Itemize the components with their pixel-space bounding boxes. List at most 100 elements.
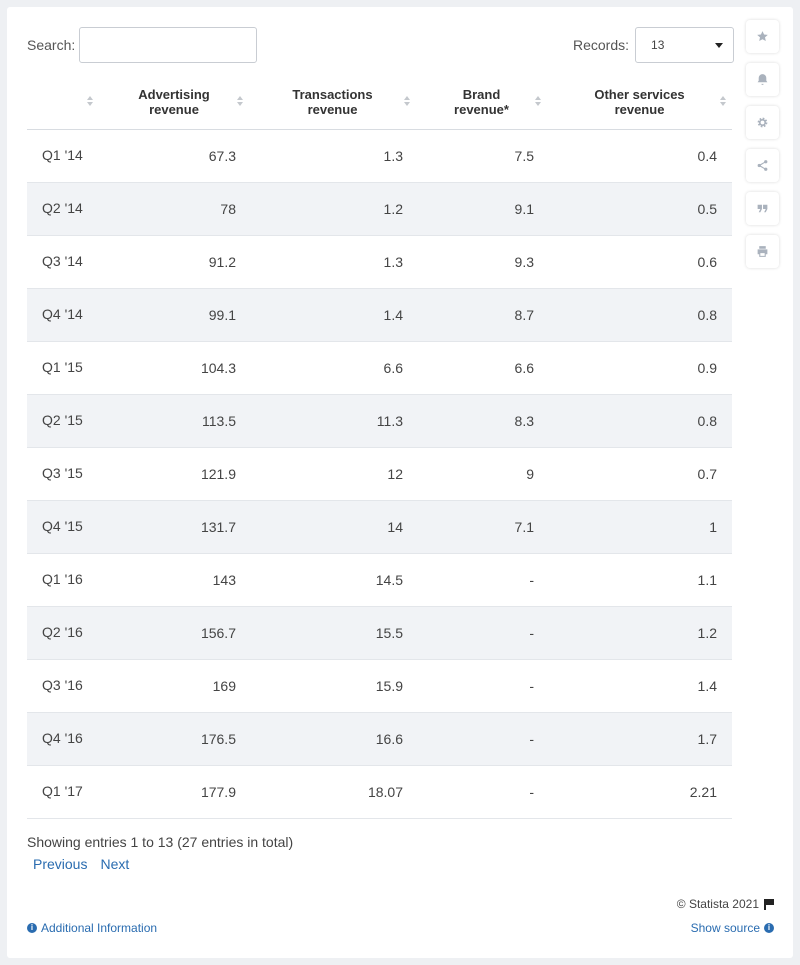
records-value: 13	[651, 38, 665, 52]
value-cell: 78	[99, 182, 249, 236]
period-cell: Q3 '15	[27, 447, 99, 501]
value-cell: 9.3	[416, 235, 547, 289]
value-cell: 1.4	[547, 659, 732, 713]
table-row: Q4 '15 131.7 14 7.1 1	[27, 500, 732, 554]
records-label: Records:	[573, 37, 630, 53]
share-icon[interactable]	[746, 149, 779, 182]
additional-information-link[interactable]: i Additional Information	[27, 921, 157, 935]
value-cell: 1.2	[249, 182, 416, 236]
pagination: Previous Next	[33, 856, 142, 872]
value-cell: 15.5	[249, 606, 416, 660]
value-cell: 2.21	[547, 765, 732, 819]
value-cell: 1.2	[547, 606, 732, 660]
value-cell: -	[416, 765, 547, 819]
value-cell: 6.6	[249, 341, 416, 395]
sort-icon	[720, 96, 726, 108]
value-cell: 11.3	[249, 394, 416, 448]
header-row: Advertising revenue Transactions revenue…	[27, 76, 732, 130]
value-cell: 1.7	[547, 712, 732, 766]
info-icon: i	[27, 923, 37, 933]
table-row: Q1 '14 67.3 1.3 7.5 0.4	[27, 129, 732, 183]
table-row: Q2 '16 156.7 15.5-1.2	[27, 606, 732, 660]
quote-icon[interactable]	[746, 192, 779, 225]
search-bar: Search:	[27, 27, 258, 63]
value-cell: 1.3	[249, 129, 416, 183]
value-cell: 6.6	[416, 341, 547, 395]
value-cell: 0.4	[547, 129, 732, 183]
gear-icon[interactable]	[746, 106, 779, 139]
value-cell: 1.1	[547, 553, 732, 607]
next-button[interactable]: Next	[100, 856, 129, 872]
info-icon: i	[764, 923, 774, 933]
entries-info: Showing entries 1 to 13 (27 entries in t…	[27, 834, 294, 850]
value-cell: 0.8	[547, 288, 732, 342]
column-header-period[interactable]	[27, 76, 99, 130]
period-cell: Q4 '16	[27, 712, 99, 766]
column-header-advertising[interactable]: Advertising revenue	[99, 76, 249, 130]
column-header-transactions[interactable]: Transactions revenue	[249, 76, 416, 130]
period-cell: Q4 '14	[27, 288, 99, 342]
records-control: Records: 13	[573, 27, 735, 63]
value-cell: 7.1	[416, 500, 547, 554]
flag-icon[interactable]	[764, 898, 774, 910]
period-cell: Q3 '16	[27, 659, 99, 713]
value-cell: 113.5	[99, 394, 249, 448]
period-cell: Q1 '17	[27, 765, 99, 819]
value-cell: -	[416, 553, 547, 607]
period-cell: Q1 '14	[27, 129, 99, 183]
additional-information-label: Additional Information	[41, 921, 158, 935]
value-cell: 131.7	[99, 500, 249, 554]
value-cell: 7.5	[416, 129, 547, 183]
value-cell: -	[416, 712, 547, 766]
value-cell: 15.9	[249, 659, 416, 713]
value-cell: 177.9	[99, 765, 249, 819]
show-source-label: Show source	[690, 921, 760, 935]
sort-icon	[535, 96, 541, 108]
value-cell: 0.5	[547, 182, 732, 236]
period-cell: Q1 '16	[27, 553, 99, 607]
table-row: Q2 '15 113.5 11.3 8.3 0.8	[27, 394, 732, 448]
value-cell: 8.7	[416, 288, 547, 342]
table-row: Q2 '14 78 1.2 9.1 0.5	[27, 182, 732, 236]
value-cell: 0.6	[547, 235, 732, 289]
star-icon[interactable]	[746, 20, 779, 53]
previous-button[interactable]: Previous	[33, 856, 87, 872]
copyright-text: © Statista 2021	[676, 897, 759, 911]
copyright-notice: © Statista 2021	[677, 897, 774, 911]
value-cell: 1	[547, 500, 732, 554]
value-cell: 9	[416, 447, 547, 501]
value-cell: 176.5	[99, 712, 249, 766]
period-cell: Q2 '16	[27, 606, 99, 660]
show-source-link[interactable]: Show source i	[691, 921, 774, 935]
period-cell: Q1 '15	[27, 341, 99, 395]
value-cell: 0.8	[547, 394, 732, 448]
value-cell: 9.1	[416, 182, 547, 236]
value-cell: 1.3	[249, 235, 416, 289]
search-label: Search:	[27, 37, 76, 53]
value-cell: -	[416, 606, 547, 660]
sort-icon	[237, 96, 243, 108]
value-cell: 0.9	[547, 341, 732, 395]
records-select[interactable]: 13	[635, 27, 735, 63]
bell-icon[interactable]	[746, 63, 779, 96]
value-cell: 156.7	[99, 606, 249, 660]
chevron-down-icon	[715, 43, 724, 48]
column-header-other-services[interactable]: Other services revenue	[547, 76, 732, 130]
table-row: Q1 '17 177.9 18.07-2.21	[27, 765, 732, 819]
table-row: Q4 '16 176.5 16.6-1.7	[27, 712, 732, 766]
column-header-brand[interactable]: Brand revenue*	[416, 76, 547, 130]
search-input[interactable]	[79, 27, 258, 63]
value-cell: 14.5	[249, 553, 416, 607]
period-cell: Q2 '14	[27, 182, 99, 236]
print-icon[interactable]	[746, 235, 779, 268]
data-table: Advertising revenue Transactions revenue…	[27, 76, 732, 819]
table-row: Q4 '14 99.1 1.4 8.7 0.8	[27, 288, 732, 342]
value-cell: 169	[99, 659, 249, 713]
table-row: Q3 '14 91.2 1.3 9.3 0.6	[27, 235, 732, 289]
value-cell: 67.3	[99, 129, 249, 183]
table-body: Q1 '14 67.3 1.3 7.5 0.4 Q2 '14 78 1.2 9.1 0.5 Q3 '…	[27, 129, 732, 819]
value-cell: 121.9	[99, 447, 249, 501]
table-row: Q3 '16 169 15.9-1.4	[27, 659, 732, 713]
table-row: Q3 '15 121.9 12 9 0.7	[27, 447, 732, 501]
sort-icon	[87, 96, 93, 108]
